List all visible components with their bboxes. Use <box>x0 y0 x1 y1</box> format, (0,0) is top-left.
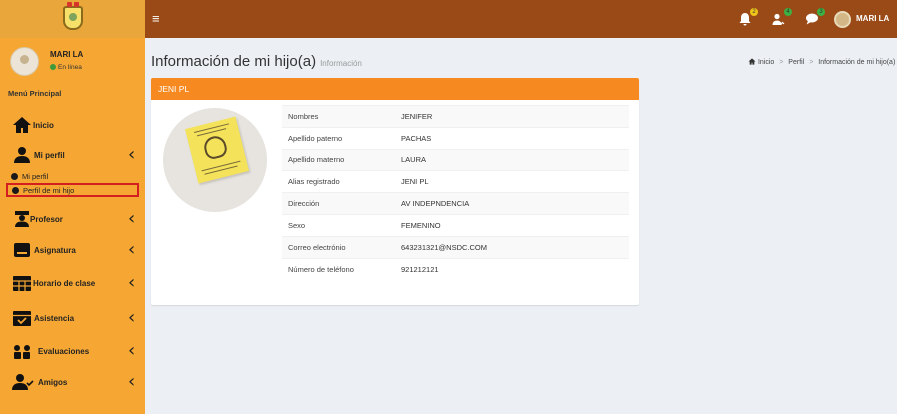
field-value: PACHAS <box>395 126 629 150</box>
field-label: Número de teléfono <box>282 257 395 280</box>
field-value: AV INDEPNDENCIA <box>395 192 629 215</box>
field-label: Dirección <box>282 192 395 215</box>
chevron-left-icon: ‹ <box>128 371 136 392</box>
calendar-icon <box>12 274 32 292</box>
table-row: Dirección AV INDEPNDENCIA <box>282 192 629 215</box>
chevron-left-icon: ‹ <box>128 272 136 293</box>
field-value: FEMENINO <box>395 213 629 237</box>
school-crest-icon <box>63 2 83 30</box>
sidebar-item-inicio[interactable]: Inicio <box>0 112 145 138</box>
home-icon <box>748 58 758 66</box>
user-icon <box>12 146 32 164</box>
notification-badge: 2 <box>750 8 758 16</box>
home-icon <box>12 116 32 134</box>
sidebar-item-mi-perfil[interactable]: Mi perfil ‹ <box>0 142 145 168</box>
sidebar: MARI LA En línea Menú Principal Inicio M… <box>0 38 145 414</box>
field-value: 921212121 <box>395 257 629 280</box>
breadcrumb-link-perfil[interactable]: Perfil <box>788 59 804 66</box>
table-row: Correo electrónio 643231321@NSDC.COM <box>282 235 629 259</box>
users-icon[interactable]: 4 <box>772 8 792 26</box>
field-value: 643231321@NSDC.COM <box>395 235 629 259</box>
page-subtitle: Información <box>320 59 362 68</box>
chevron-left-icon: ‹ <box>128 239 136 260</box>
group-icon <box>12 342 32 360</box>
messages-badge: 3 <box>817 8 825 16</box>
field-value: JENIFER <box>395 105 629 128</box>
table-row: Alias registrado JENI PL <box>282 170 629 193</box>
breadcrumb-separator: > <box>779 59 784 66</box>
circle-icon <box>11 173 18 180</box>
sidebar-username: MARI LA <box>50 50 84 59</box>
circle-icon <box>12 187 19 194</box>
sidebar-item-horario-de-clase[interactable]: Horario de clase ‹ <box>0 270 145 296</box>
sidebar-item-asignatura[interactable]: Asignatura ‹ <box>0 237 145 263</box>
online-status: En línea <box>50 64 82 71</box>
calendar-check-icon <box>12 309 32 327</box>
child-profile-card: JENI PL Nombres JENIFER Apellido paterno P… <box>151 78 639 305</box>
top-navbar: ≡ 2 4 3 MARI LA <box>0 0 897 38</box>
bell-icon[interactable]: 2 <box>738 8 758 26</box>
field-label: Alias registrado <box>282 170 395 193</box>
field-value: LAURA <box>395 148 629 171</box>
breadcrumb-current: Información de mi hijo(a) <box>818 59 896 66</box>
friend-requests-badge: 4 <box>784 8 792 16</box>
sidebar-item-amigos[interactable]: Amigos ‹ <box>0 369 145 395</box>
chevron-left-icon: ‹ <box>128 307 136 328</box>
breadcrumb: Inicio > Perfil > Información de mi hijo… <box>748 58 895 66</box>
child-info-table: Nombres JENIFER Apellido paterno PACHAS Ap… <box>282 105 629 280</box>
sidebar-item-evaluaciones[interactable]: Evaluaciones ‹ <box>0 338 145 364</box>
field-label: Apellido paterno <box>282 126 395 150</box>
card-header: JENI PL <box>151 78 639 100</box>
table-row: Sexo FEMENINO <box>282 213 629 237</box>
menu-header: Menú Principal <box>8 89 62 98</box>
book-icon <box>12 241 32 259</box>
field-value: JENI PL <box>395 170 629 193</box>
chevron-left-icon: ‹ <box>128 208 136 229</box>
card-title: JENI PL <box>158 84 190 94</box>
top-username[interactable]: MARI LA <box>856 14 889 23</box>
sticky-note-drawing <box>184 116 250 184</box>
breadcrumb-separator: > <box>809 59 814 66</box>
chevron-left-icon: ‹ <box>128 340 136 361</box>
chat-icon[interactable]: 3 <box>805 8 825 26</box>
teacher-icon <box>12 210 32 228</box>
table-row: Nombres JENIFER <box>282 105 629 128</box>
table-row: Apellido paterno PACHAS <box>282 126 629 150</box>
cat-drawing-icon <box>201 133 229 161</box>
sidebar-subitem-mi-perfil[interactable]: Mi perfil <box>0 170 145 184</box>
sidebar-item-profesor[interactable]: Profesor ‹ <box>0 206 145 232</box>
field-label: Correo electrónio <box>282 235 395 259</box>
online-dot-icon <box>50 64 56 70</box>
user-avatar-icon[interactable] <box>834 11 851 28</box>
table-row: Apellido materno LAURA <box>282 148 629 171</box>
avatar <box>10 47 39 76</box>
field-label: Nombres <box>282 105 395 128</box>
field-label: Apellido materno <box>282 148 395 171</box>
user-check-icon <box>12 373 34 391</box>
breadcrumb-link-inicio[interactable]: Inicio <box>758 59 774 66</box>
sidebar-subitem-perfil-de-mi-hijo[interactable]: Perfil de mi hijo <box>6 183 139 197</box>
chevron-left-icon: ‹ <box>128 144 136 165</box>
user-panel: MARI LA En línea <box>0 38 145 85</box>
table-row: Número de teléfono 921212121 <box>282 257 629 280</box>
sidebar-item-asistencia[interactable]: Asistencia ‹ <box>0 305 145 331</box>
child-photo <box>163 108 267 212</box>
logo[interactable] <box>0 0 145 38</box>
field-label: Sexo <box>282 213 395 237</box>
page-title: Información de mi hijo(a) Información <box>151 53 362 70</box>
sidebar-toggle-button[interactable]: ≡ <box>152 12 160 26</box>
